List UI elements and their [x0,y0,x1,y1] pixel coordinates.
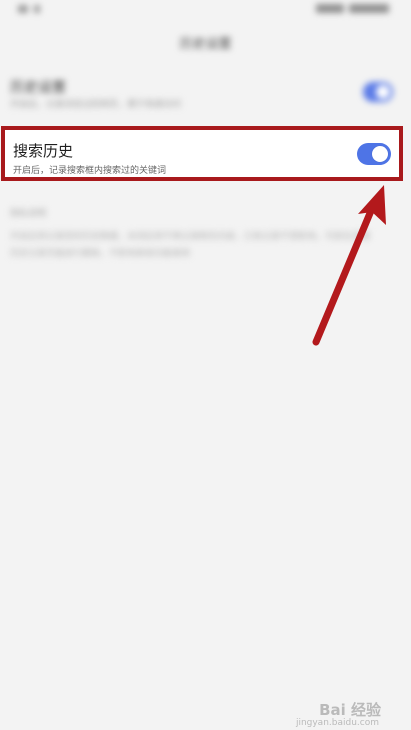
status-right-icons [316,4,389,13]
arrowhead-icon [358,185,386,225]
status-bar [0,0,411,22]
settings-row-search-history[interactable]: 搜索历史 开启后，记录搜索框内搜索过的关键词 [1,126,403,181]
history-toggle[interactable] [363,82,393,102]
search-history-toggle[interactable] [357,143,391,165]
search-history-subtitle: 开启后，记录搜索框内搜索过的关键词 [13,166,167,176]
toggle-knob [372,146,388,162]
row-title: 历史设置 [10,80,66,96]
wifi-icon [34,5,40,13]
settings-screen: 历史设置 历史设置 开启后，记录浏览过的网页，便于快速访问 搜索历史 开启后，记… [0,0,411,730]
arrow-shaft [312,202,377,346]
settings-row-history[interactable]: 历史设置 开启后，记录浏览过的网页，便于快速访问 [10,75,405,119]
section-header: 隐私说明 [10,209,47,219]
page-title: 历史设置 [179,37,232,52]
watermark-sub: jingyan.baidu.com [295,718,379,728]
section-description-line2: 历史记录页面进行删除，不影响其他功能使用 [10,249,191,259]
row-subtitle: 开启后，记录浏览过的网页，便于快速访问 [10,100,182,110]
status-left-icons [18,5,40,13]
search-history-title: 搜索历史 [13,142,74,160]
battery-icon [349,4,389,13]
network-icon [316,4,344,13]
signal-icon [18,5,28,13]
watermark: Bai 经验 jingyan.baidu.com [296,699,381,728]
watermark-brand: Bai 经验 [319,701,381,719]
section-description-line1: 开启后将记录您的历史数据，关闭后将不再记录新的内容，已有记录不受影响，可前往清理 [10,232,371,242]
